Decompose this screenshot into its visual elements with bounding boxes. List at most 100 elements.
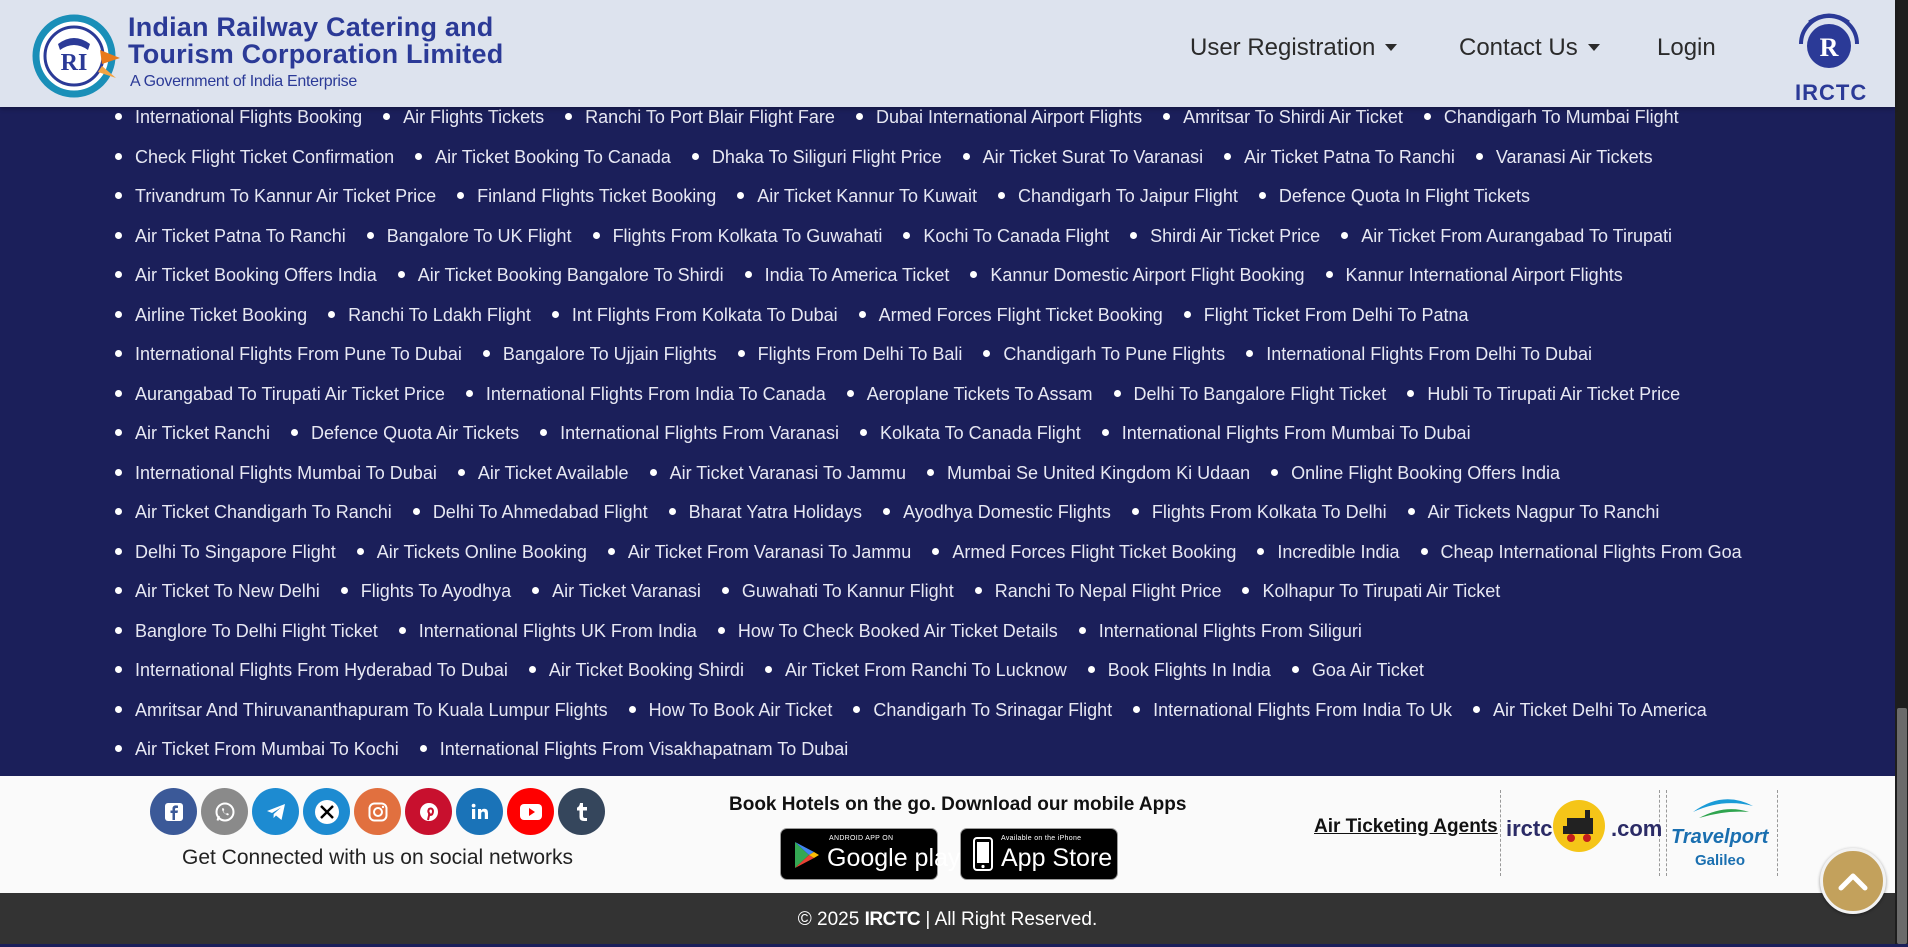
irctc-logo-icon[interactable]: R <box>1789 4 1869 74</box>
flight-link[interactable]: Mumbai Se United Kingdom Ki Udaan <box>927 463 1250 484</box>
flight-link[interactable]: International Flights From Pune To Dubai <box>115 344 462 365</box>
flight-link[interactable]: Dubai International Airport Flights <box>856 107 1142 128</box>
flight-link[interactable]: Air Ticket From Ranchi To Lucknow <box>765 660 1067 681</box>
flight-link[interactable]: Amritsar To Shirdi Air Ticket <box>1163 107 1403 128</box>
youtube-button[interactable] <box>507 788 554 835</box>
x-button[interactable] <box>303 788 350 835</box>
travelport-partner-logo[interactable]: Travelport Galileo <box>1666 790 1778 876</box>
flight-link[interactable]: Flights From Kolkata To Guwahati <box>593 226 883 247</box>
flight-link[interactable]: Chandigarh To Srinagar Flight <box>853 700 1112 721</box>
telegram-button[interactable] <box>252 788 299 835</box>
flight-link[interactable]: Air Ticket To New Delhi <box>115 581 320 602</box>
flight-link[interactable]: Banglore To Delhi Flight Ticket <box>115 621 378 642</box>
flight-link[interactable]: Air Ticket Kannur To Kuwait <box>737 186 977 207</box>
flight-link[interactable]: Int Flights From Kolkata To Dubai <box>552 305 838 326</box>
flight-link[interactable]: International Flights From Visakhapatnam… <box>420 739 849 760</box>
app-store-badge[interactable]: Available on the iPhone App Store <box>960 828 1118 880</box>
flight-link[interactable]: Airline Ticket Booking <box>115 305 307 326</box>
flight-link[interactable]: Chandigarh To Mumbai Flight <box>1424 107 1679 128</box>
nav-login-link[interactable]: Login <box>1657 34 1716 62</box>
flight-link[interactable]: International Flights From Varanasi <box>540 423 839 444</box>
flight-link[interactable]: Bangalore To Ujjain Flights <box>483 344 717 365</box>
flight-link[interactable]: Chandigarh To Jaipur Flight <box>998 186 1238 207</box>
flight-link[interactable]: Hubli To Tirupati Air Ticket Price <box>1407 384 1680 405</box>
linkedin-button[interactable] <box>456 788 503 835</box>
flight-link[interactable]: Flights To Ayodhya <box>341 581 511 602</box>
air-ticketing-agents-link[interactable]: Air Ticketing Agents <box>1314 816 1498 838</box>
flight-link[interactable]: Shirdi Air Ticket Price <box>1130 226 1320 247</box>
scrollbar-thumb[interactable] <box>1897 708 1907 944</box>
flight-link[interactable]: Air Ticket From Mumbai To Kochi <box>115 739 399 760</box>
flight-link[interactable]: Kannur Domestic Airport Flight Booking <box>970 265 1304 286</box>
flight-link[interactable]: Chandigarh To Pune Flights <box>983 344 1225 365</box>
flight-link[interactable]: Check Flight Ticket Confirmation <box>115 147 394 168</box>
flight-link[interactable]: Armed Forces Flight Ticket Booking <box>859 305 1163 326</box>
flight-link[interactable]: Ranchi To Port Blair Flight Fare <box>565 107 835 128</box>
flight-link[interactable]: International Flights UK From India <box>399 621 697 642</box>
flight-link[interactable]: Air Tickets Nagpur To Ranchi <box>1408 502 1660 523</box>
flight-link[interactable]: Air Ticket Booking Bangalore To Shirdi <box>398 265 724 286</box>
flight-link[interactable]: Air Ticket Varanasi <box>532 581 701 602</box>
flight-link[interactable]: Delhi To Singapore Flight <box>115 542 336 563</box>
pinterest-button[interactable] <box>405 788 452 835</box>
flight-link[interactable]: Air Ticket Booking Offers India <box>115 265 377 286</box>
flight-link[interactable]: Ayodhya Domestic Flights <box>883 502 1111 523</box>
flight-link[interactable]: Trivandrum To Kannur Air Ticket Price <box>115 186 436 207</box>
whatsapp-button[interactable] <box>201 788 248 835</box>
flight-link[interactable]: Delhi To Ahmedabad Flight <box>413 502 648 523</box>
google-play-badge[interactable]: ANDROID APP ON Google play <box>780 828 960 880</box>
flight-link[interactable]: Air Ticket Surat To Varanasi <box>963 147 1203 168</box>
flight-link[interactable]: Cheap International Flights From Goa <box>1421 542 1742 563</box>
flight-link[interactable]: Bharat Yatra Holidays <box>669 502 862 523</box>
flight-link[interactable]: Incredible India <box>1257 542 1399 563</box>
flight-link[interactable]: Aeroplane Tickets To Assam <box>847 384 1093 405</box>
flight-link[interactable]: Flights From Kolkata To Delhi <box>1132 502 1387 523</box>
instagram-button[interactable] <box>354 788 401 835</box>
flight-link[interactable]: Amritsar And Thiruvananthapuram To Kuala… <box>115 700 608 721</box>
flight-link[interactable]: Air Ticket Booking To Canada <box>415 147 671 168</box>
flight-link[interactable]: Defence Quota Air Tickets <box>291 423 519 444</box>
scroll-to-top-button[interactable] <box>1820 848 1886 914</box>
flight-link[interactable]: Air Flights Tickets <box>383 107 544 128</box>
flight-link[interactable]: International Flights From India To Uk <box>1133 700 1452 721</box>
facebook-button[interactable] <box>150 788 197 835</box>
flight-link[interactable]: Air Ticket Available <box>458 463 629 484</box>
flight-link[interactable]: Varanasi Air Tickets <box>1476 147 1653 168</box>
irctc-partner-logo[interactable]: irctc .com <box>1500 790 1662 876</box>
flight-link[interactable]: India To America Ticket <box>745 265 950 286</box>
flight-link[interactable]: Air Ticket Varanasi To Jammu <box>650 463 906 484</box>
flight-link[interactable]: Kolhapur To Tirupati Air Ticket <box>1242 581 1500 602</box>
flight-link[interactable]: International Flights From Hyderabad To … <box>115 660 508 681</box>
flight-link[interactable]: Air Ticket Delhi To America <box>1473 700 1707 721</box>
flight-link[interactable]: Air Ticket Ranchi <box>115 423 270 444</box>
flight-link[interactable]: Air Ticket Chandigarh To Ranchi <box>115 502 392 523</box>
flight-link[interactable]: Goa Air Ticket <box>1292 660 1424 681</box>
flight-link[interactable]: Dhaka To Siliguri Flight Price <box>692 147 942 168</box>
flight-link[interactable]: Kolkata To Canada Flight <box>860 423 1081 444</box>
flight-link[interactable]: Armed Forces Flight Ticket Booking <box>932 542 1236 563</box>
flight-link[interactable]: International Flights From Mumbai To Dub… <box>1102 423 1471 444</box>
flight-link[interactable]: Defence Quota In Flight Tickets <box>1259 186 1530 207</box>
flight-link[interactable]: Bangalore To UK Flight <box>367 226 572 247</box>
flight-link[interactable]: Air Tickets Online Booking <box>357 542 587 563</box>
flight-link[interactable]: Guwahati To Kannur Flight <box>722 581 954 602</box>
flight-link[interactable]: Ranchi To Ldakh Flight <box>328 305 531 326</box>
flight-link[interactable]: Delhi To Bangalore Flight Ticket <box>1114 384 1387 405</box>
flight-link[interactable]: International Flights Booking <box>115 107 362 128</box>
flight-link[interactable]: Air Ticket Patna To Ranchi <box>115 226 346 247</box>
flight-link[interactable]: International Flights From Delhi To Duba… <box>1246 344 1592 365</box>
flight-link[interactable]: Flight Ticket From Delhi To Patna <box>1184 305 1469 326</box>
flight-link[interactable]: Flights From Delhi To Bali <box>738 344 963 365</box>
flight-link[interactable]: Aurangabad To Tirupati Air Ticket Price <box>115 384 445 405</box>
flight-link[interactable]: International Flights Mumbai To Dubai <box>115 463 437 484</box>
nav-user-registration-dropdown[interactable]: User Registration <box>1190 34 1398 62</box>
flight-link[interactable]: Air Ticket Booking Shirdi <box>529 660 744 681</box>
nav-contact-us-dropdown[interactable]: Contact Us <box>1459 34 1600 62</box>
flight-link[interactable]: Air Ticket Patna To Ranchi <box>1224 147 1455 168</box>
irctc-emblem-logo[interactable]: RI <box>30 10 122 98</box>
flight-link[interactable]: Kannur International Airport Flights <box>1326 265 1623 286</box>
flight-link[interactable]: How To Check Booked Air Ticket Details <box>718 621 1058 642</box>
flight-link[interactable]: Finland Flights Ticket Booking <box>457 186 716 207</box>
flight-link[interactable]: Air Ticket From Varanasi To Jammu <box>608 542 911 563</box>
flight-link[interactable]: International Flights From Siliguri <box>1079 621 1362 642</box>
